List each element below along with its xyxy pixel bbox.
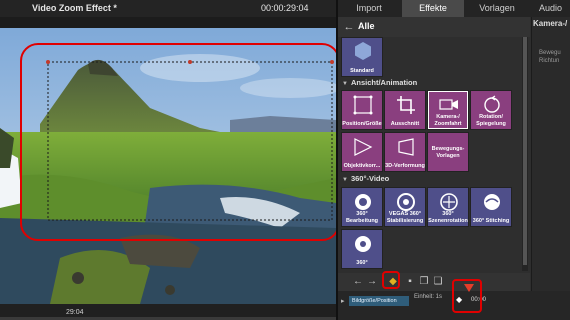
paste-keyframe-icon[interactable]: ❏ — [432, 276, 444, 288]
360-stabilize-icon — [397, 193, 415, 211]
tab-audio[interactable]: Audio — [531, 0, 570, 17]
effect-settings-panel: Kamera-/ Bewegu Richtun — [531, 17, 570, 320]
360-edit-icon — [355, 194, 371, 210]
360-icon — [355, 236, 371, 252]
effect-tile-rotation-spiegelung[interactable]: Rotation/ Spiegelung — [470, 90, 512, 130]
effect-tile-360[interactable]: 360° — [341, 229, 383, 269]
effect-tile-position-groesse[interactable]: Position/Größe — [341, 90, 383, 130]
media-pool-panel: Import Effekte Vorlagen Audio ← Alle Kam… — [338, 0, 570, 320]
rotation-icon — [484, 95, 500, 113]
effects-scrollbar[interactable] — [522, 37, 528, 271]
expand-arrow-icon[interactable]: ▸ — [341, 297, 345, 305]
section-360-video[interactable]: ▼ 360°-Video — [338, 174, 522, 186]
arrow-right-icon[interactable]: → — [366, 276, 378, 288]
camera-zoom-icon — [439, 99, 458, 110]
tab-import[interactable]: Import — [338, 0, 400, 17]
settings-text: Bewegu Richtun — [539, 50, 561, 64]
section-ansicht-animation[interactable]: ▼ Ansicht/Animation — [338, 78, 522, 90]
project-title: Video Zoom Effect * — [32, 3, 117, 13]
preview-timeline[interactable]: 29:04 — [0, 304, 336, 320]
scrollbar-thumb[interactable] — [523, 37, 527, 265]
zoom-region-highlight — [20, 43, 340, 241]
lens-icon — [354, 138, 373, 156]
effect-tile-360-bearbeitung[interactable]: 360° Bearbeitung — [341, 187, 383, 227]
preview-title-bar: Video Zoom Effect * 00:00:29:04 — [0, 0, 336, 17]
360-rotation-icon — [440, 193, 458, 211]
category-nav: ← Alle — [338, 17, 530, 37]
3d-warp-icon — [398, 138, 414, 156]
arrow-left-icon[interactable]: ← — [352, 276, 364, 288]
effect-tile-ausschnitt[interactable]: Ausschnitt — [384, 90, 426, 130]
effect-tile-360-stitching[interactable]: 360° Stitching — [470, 187, 512, 227]
360-stitching-icon — [484, 194, 500, 210]
hexagon-icon — [355, 42, 371, 60]
effect-tile-bewegungs-vorlagen[interactable]: Bewegungs- Vorlagen — [427, 132, 469, 172]
effect-tile-standard[interactable]: Standard — [341, 37, 383, 77]
video-preview-pane: Video Zoom Effect * 00:00:29:04 29:04 — [0, 0, 340, 320]
effect-tile-360-szenenrotation[interactable]: 360° Szenenrotation — [427, 187, 469, 227]
effect-tile-3d-verformung[interactable]: 3D-Verformung — [384, 132, 426, 172]
preview-timecode: 00:00:29:04 — [261, 3, 309, 13]
keyframe-track-label[interactable]: Bildgröße/Position — [349, 296, 409, 306]
tab-bar: Import Effekte Vorlagen Audio — [338, 0, 570, 17]
copy-keyframe-icon[interactable]: ❐ — [418, 276, 430, 288]
timeline-tick-label: 29:04 — [66, 309, 84, 316]
settings-title: Kamera-/ — [533, 19, 568, 28]
tab-effekte[interactable]: Effekte — [402, 0, 464, 17]
effect-tile-vegas-360-stabilisierung[interactable]: VEGAS 360° Stabilisierung — [384, 187, 426, 227]
crop-icon — [397, 96, 415, 114]
delete-keyframe-icon[interactable]: ▪ — [404, 276, 416, 288]
effect-tile-kamera-zoomfahrt[interactable]: Kamera-/ Zoomfahrt — [427, 90, 469, 130]
effect-tile-objektivkorrektur[interactable]: Objektivkorr... — [341, 132, 383, 172]
tab-vorlagen[interactable]: Vorlagen — [466, 0, 528, 17]
effects-grid: Standard ▼ Ansicht/Animation Position/Grö… — [338, 37, 522, 271]
effects-toolbar: ← → ◆ ▪ ❐ ❏ — [338, 273, 530, 291]
back-arrow-icon[interactable]: ← — [342, 20, 356, 34]
add-keyframe-highlight — [382, 271, 400, 289]
position-icon — [353, 95, 373, 115]
keyframe-highlight — [452, 279, 482, 313]
category-label[interactable]: Alle — [358, 21, 375, 31]
